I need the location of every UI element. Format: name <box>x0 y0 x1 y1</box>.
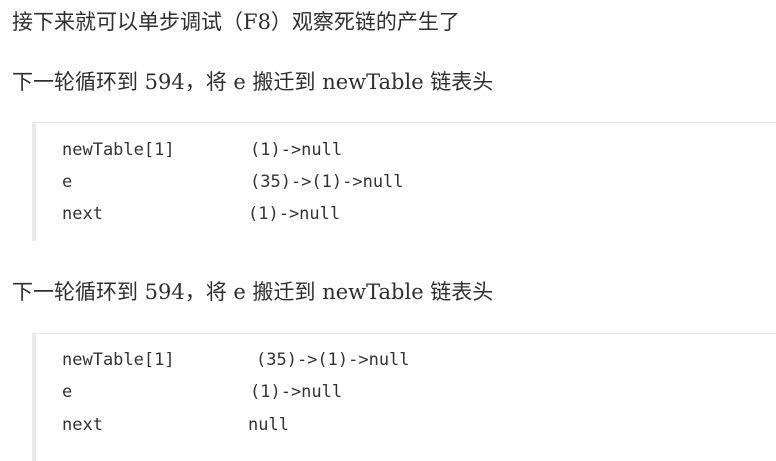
code-variable-name: next <box>62 415 103 435</box>
code-variable-name: next <box>62 204 103 224</box>
code-variable-value: (1)->null <box>250 140 343 160</box>
code-block-2: newTable[1] (35)->(1)->null e (1)->null … <box>32 333 776 461</box>
step-heading-2: 下一轮循环到 594，将 e 搬迁到 newTable 链表头 <box>12 280 494 304</box>
code-variable-value: (1)->null <box>250 382 343 402</box>
code-block-1: newTable[1] (1)->null e (35)->(1)->null … <box>32 122 776 241</box>
code-variable-value: (35)->(1)->null <box>256 350 410 370</box>
code-variable-name: e <box>62 382 73 402</box>
step-heading-1: 下一轮循环到 594，将 e 搬迁到 newTable 链表头 <box>12 70 494 94</box>
code-variable-name: newTable[1] <box>62 140 175 160</box>
intro-paragraph: 接下来就可以单步调试（F8）观察死链的产生了 <box>12 10 460 34</box>
code-variable-name: e <box>62 172 73 192</box>
code-variable-value: (1)->null <box>248 204 341 224</box>
code-variable-value: null <box>248 415 289 435</box>
code-variable-name: newTable[1] <box>62 350 175 370</box>
code-variable-value: (35)->(1)->null <box>250 172 404 192</box>
